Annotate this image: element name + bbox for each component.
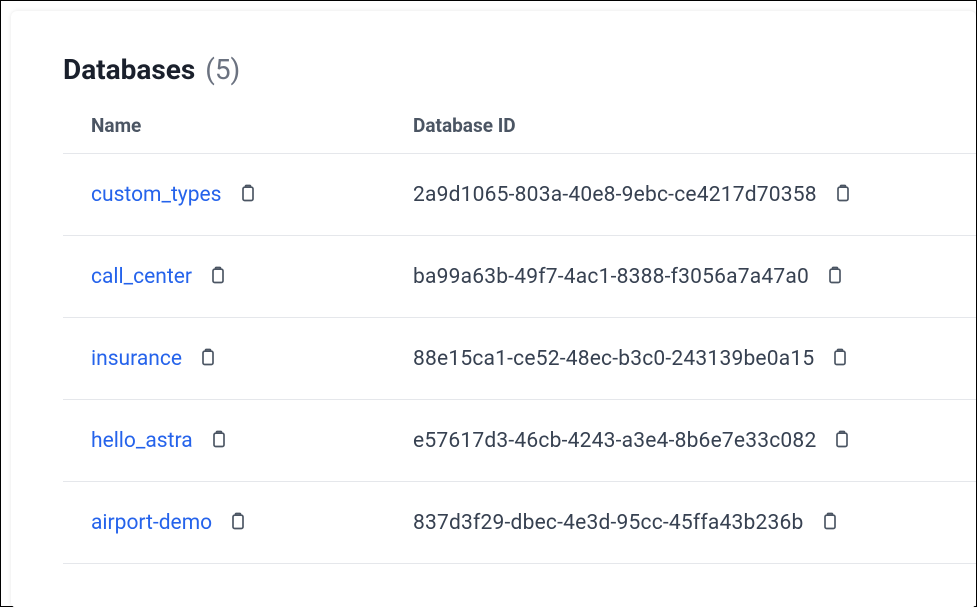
table-row: insurance 88e15ca1-ce52-48ec-b3c0-243139… <box>63 318 976 400</box>
clipboard-icon <box>238 182 258 207</box>
copy-id-button[interactable] <box>818 508 842 537</box>
clipboard-icon <box>833 182 853 207</box>
database-name-link[interactable]: insurance <box>91 347 182 371</box>
database-name-link[interactable]: custom_types <box>91 183 222 207</box>
copy-id-button[interactable] <box>830 426 854 455</box>
table-row: hello_astra e57617d3-46cb-4243-a3e4-8b6e… <box>63 400 976 482</box>
clipboard-icon <box>198 346 218 371</box>
database-id-value: 2a9d1065-803a-40e8-9ebc-ce4217d70358 <box>413 183 817 207</box>
copy-name-button[interactable] <box>236 180 260 209</box>
column-header-id: Database ID <box>413 114 516 137</box>
clipboard-icon <box>208 264 228 289</box>
database-name-link[interactable]: call_center <box>91 265 192 289</box>
table-row: call_center ba99a63b-49f7-4ac1-8388-f305… <box>63 236 976 318</box>
table-header-row: Name Database ID <box>63 114 976 154</box>
database-count: (5) <box>205 53 240 86</box>
table-row: custom_types 2a9d1065-803a-40e8-9ebc-ce4… <box>63 154 976 236</box>
copy-name-button[interactable] <box>207 426 231 455</box>
panel-header: Databases (5) <box>11 11 976 114</box>
clipboard-icon <box>228 510 248 535</box>
copy-name-button[interactable] <box>206 262 230 291</box>
copy-id-button[interactable] <box>828 344 852 373</box>
database-name-link[interactable]: hello_astra <box>91 429 193 453</box>
clipboard-icon <box>825 264 845 289</box>
database-id-value: e57617d3-46cb-4243-a3e4-8b6e7e33c082 <box>413 429 816 453</box>
clipboard-icon <box>830 346 850 371</box>
database-name-link[interactable]: airport-demo <box>91 511 212 535</box>
copy-id-button[interactable] <box>823 262 847 291</box>
clipboard-icon <box>820 510 840 535</box>
database-id-value: 88e15ca1-ce52-48ec-b3c0-243139be0a15 <box>413 347 814 371</box>
column-header-name: Name <box>91 114 141 137</box>
clipboard-icon <box>209 428 229 453</box>
database-id-value: 837d3f29-dbec-4e3d-95cc-45ffa43b236b <box>413 511 804 535</box>
database-id-value: ba99a63b-49f7-4ac1-8388-f3056a7a47a0 <box>413 265 809 289</box>
copy-name-button[interactable] <box>196 344 220 373</box>
databases-table: Name Database ID custom_types 2a9d1065-8… <box>11 114 976 564</box>
clipboard-icon <box>832 428 852 453</box>
page-title: Databases <box>63 53 195 86</box>
copy-name-button[interactable] <box>226 508 250 537</box>
table-row: airport-demo 837d3f29-dbec-4e3d-95cc-45f… <box>63 482 976 564</box>
databases-panel: Databases (5) Name Database ID custom_ty… <box>11 11 976 608</box>
copy-id-button[interactable] <box>831 180 855 209</box>
